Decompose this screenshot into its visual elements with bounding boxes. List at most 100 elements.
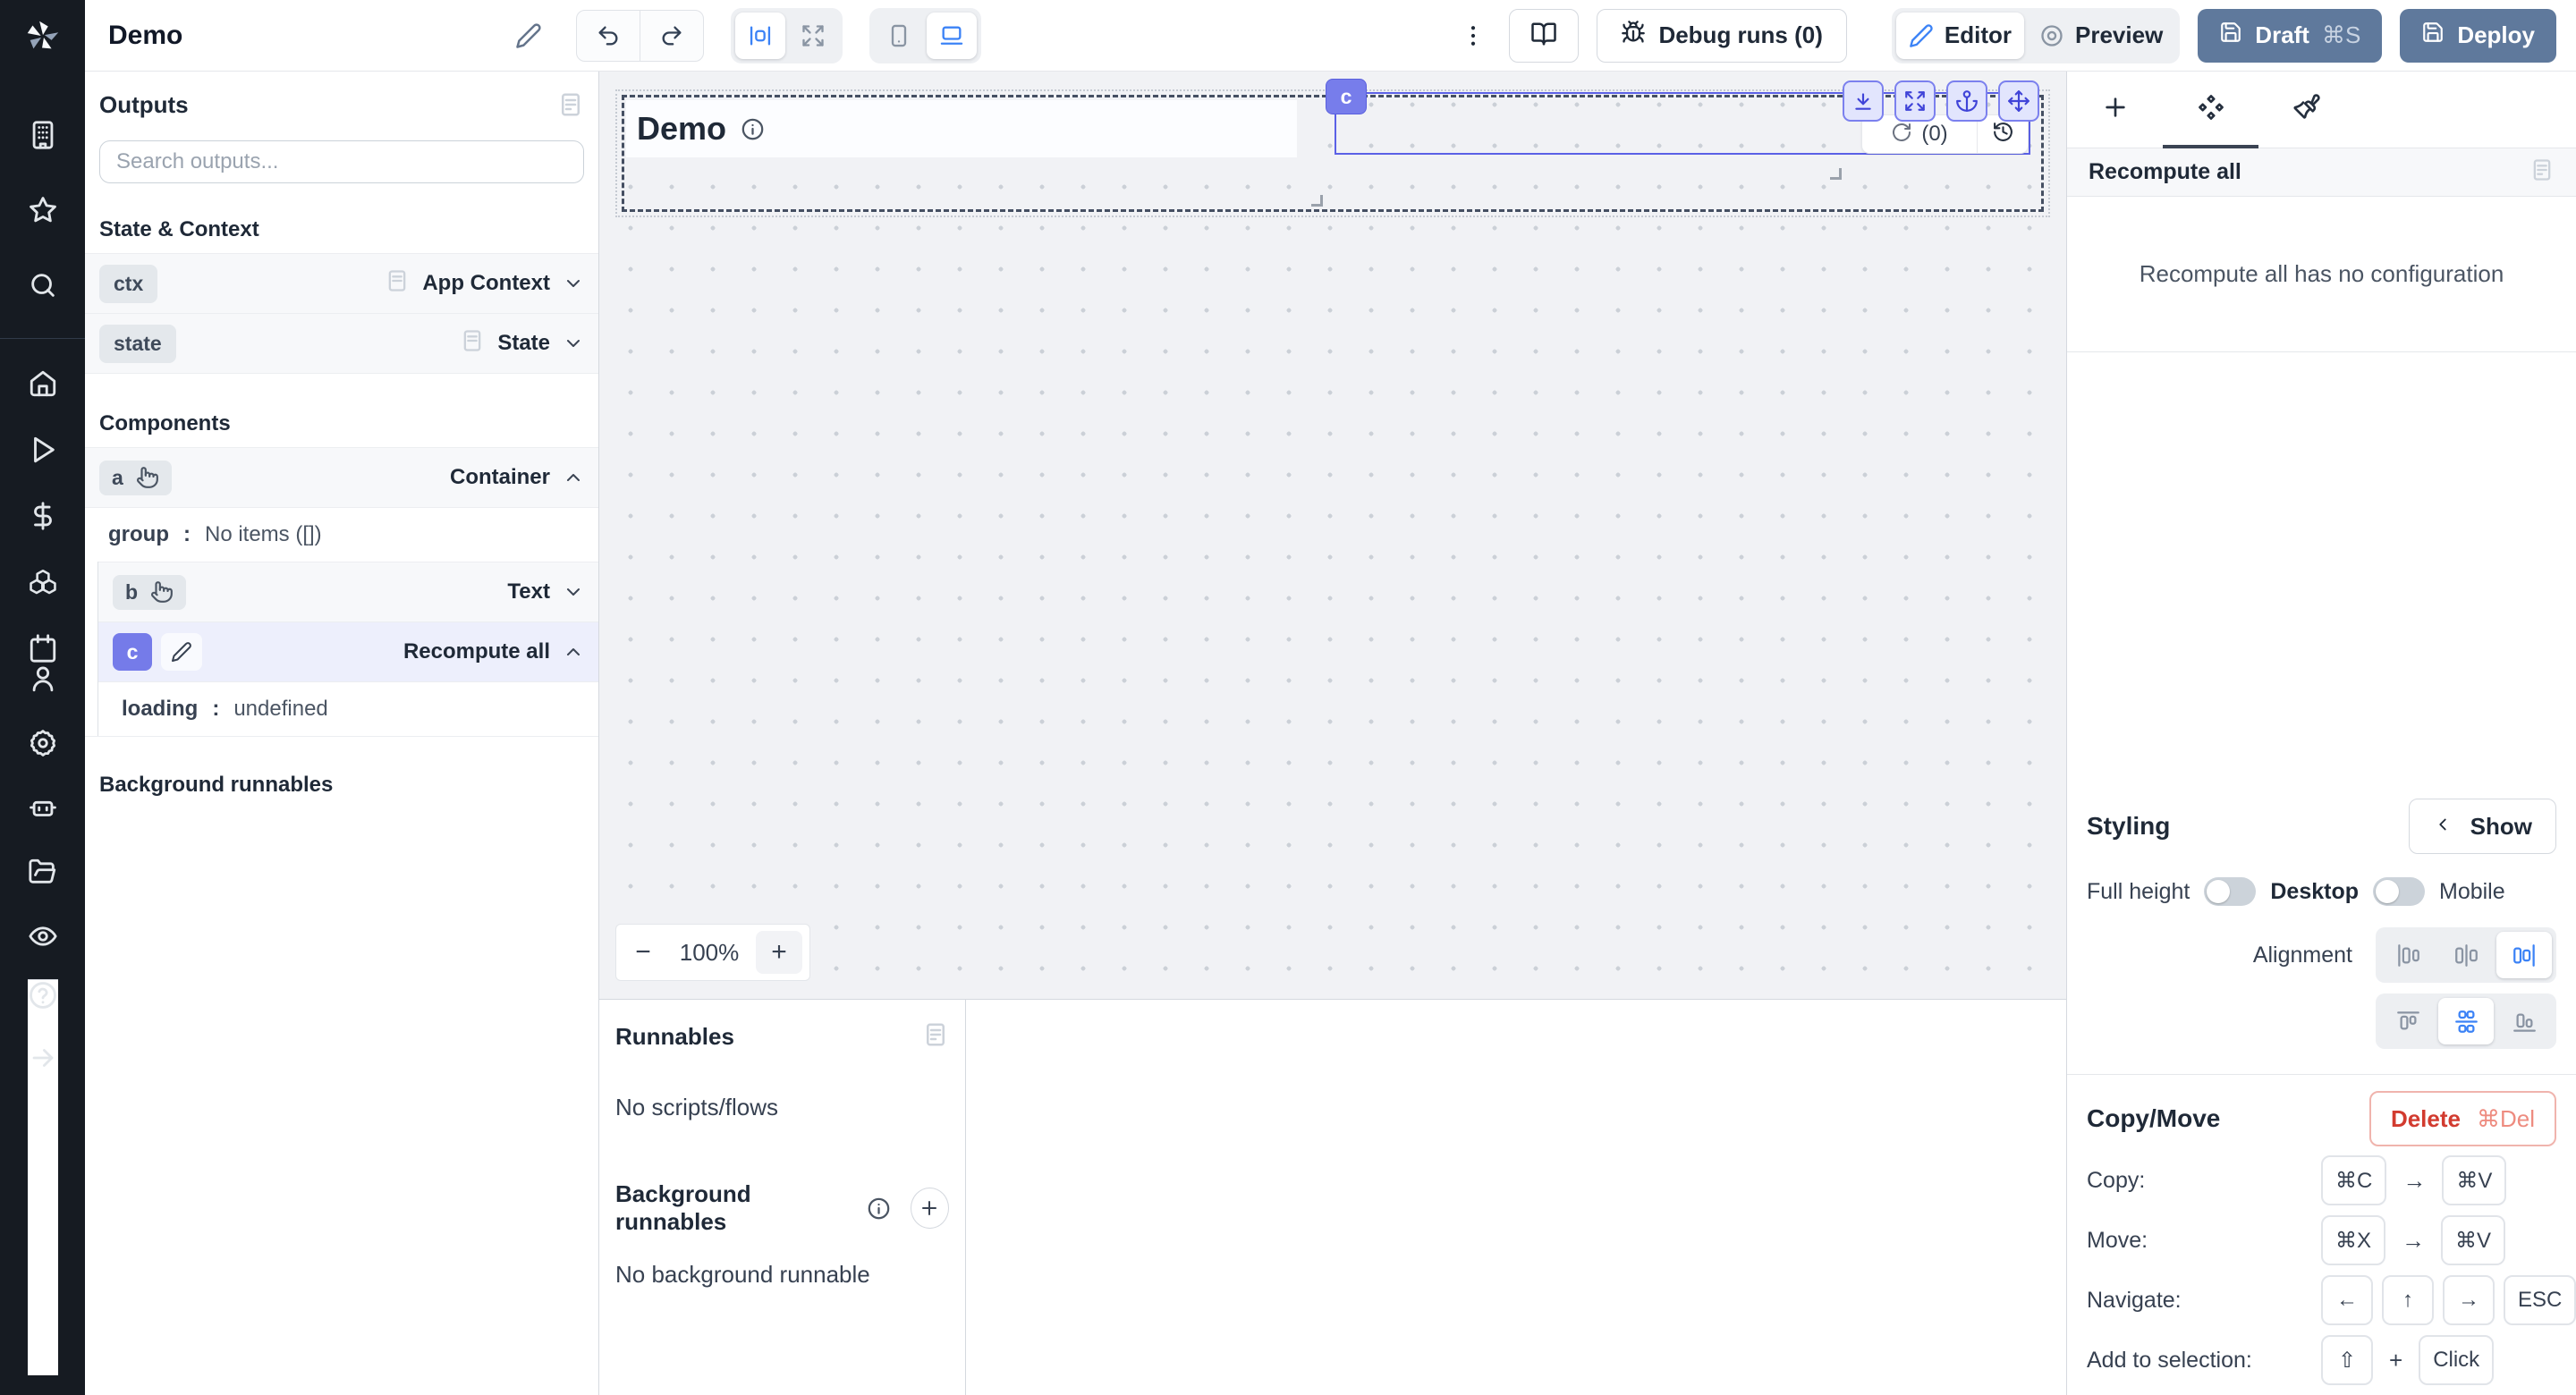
docs-book-button[interactable] [1509,9,1579,63]
chevron-down-icon[interactable] [563,581,584,603]
resize-handle[interactable] [1830,168,1842,180]
resize-handle[interactable] [1311,195,1323,207]
editor-label: Editor [1945,21,2012,49]
bottom-panel: Runnables No scripts/flows Background ru… [599,999,2066,1395]
editor-preview-toggle: Editor Preview [1892,8,2180,63]
full-height-toggle[interactable] [2204,877,2256,906]
ctx-badge[interactable]: ctx [99,265,157,303]
zoom-in-button[interactable]: + [756,931,802,974]
runnables-doc-icon[interactable] [922,1021,949,1053]
rename-app-pencil-icon[interactable] [515,22,542,49]
output-row-state[interactable]: state State [85,313,598,373]
chevron-up-icon[interactable] [563,467,584,488]
mobile-view-button[interactable] [874,13,924,59]
align-top-button[interactable] [2380,998,2436,1044]
editor-tab[interactable]: Editor [1896,13,2024,59]
resources-boxes-icon[interactable] [28,567,58,597]
component-row-b[interactable]: b Text [98,562,598,621]
background-runnables-title: Background runnables [85,737,598,808]
delete-component-button[interactable]: Delete ⌘Del [2369,1091,2556,1146]
search-icon[interactable] [28,270,58,300]
settings-doc-icon[interactable] [2529,157,2555,187]
output-row-ctx[interactable]: ctx App Context [85,253,598,313]
outputs-doc-icon[interactable] [557,91,584,124]
centered-canvas-button[interactable] [735,13,785,59]
component-row-c-selected[interactable]: c Recompute all [98,621,598,681]
background-runnables-empty-text: No background runnable [615,1261,949,1289]
selected-component-id-tab[interactable]: c [1326,79,1367,114]
info-icon[interactable] [741,117,765,141]
help-icon[interactable] [28,980,58,1010]
redo-button[interactable] [640,10,704,62]
audit-eye-icon[interactable] [28,921,58,951]
search-outputs-input[interactable] [99,140,584,183]
chevron-up-icon[interactable] [563,641,584,663]
no-configuration-text: Recompute all has no configuration [2067,197,2576,352]
deploy-button[interactable]: Deploy [2400,9,2556,63]
state-badge[interactable]: state [99,325,176,363]
user-icon[interactable] [28,664,58,694]
runs-play-icon[interactable] [28,435,58,465]
chevron-down-icon[interactable] [563,273,584,294]
align-center-button[interactable] [2438,932,2494,978]
favorites-star-icon[interactable] [28,195,58,225]
ctx-doc-icon [385,268,410,300]
loading-colon: : [212,697,219,722]
tab-component-settings[interactable] [2163,72,2258,148]
show-styling-button[interactable]: Show [2409,799,2556,854]
align-middle-button[interactable] [2438,998,2494,1044]
collapse-arrow-right-icon[interactable] [28,1043,58,1073]
preview-label: Preview [2075,21,2163,49]
zoom-level: 100% [663,939,756,967]
settings-gear-icon[interactable] [28,728,58,758]
text-b-component[interactable]: Demo [626,100,1297,157]
rename-component-pencil-icon[interactable] [161,633,202,671]
full-width-canvas-button[interactable] [788,13,838,59]
workers-robot-icon[interactable] [28,792,58,823]
copy-move-title: Copy/Move [2087,1104,2220,1133]
component-a-badge[interactable]: a [99,461,172,495]
undo-button[interactable] [576,10,640,62]
property-row-loading[interactable]: loading : undefined [98,681,598,736]
sidebar-nav-top [28,120,58,300]
component-row-a[interactable]: a Container [85,447,598,507]
loading-key: loading [122,697,198,722]
windmill-logo[interactable] [22,16,64,57]
add-background-runnable-button[interactable] [911,1188,949,1229]
home-icon[interactable] [28,368,58,399]
app-canvas[interactable]: Demo c [599,72,2066,999]
info-icon[interactable] [867,1196,891,1221]
schedules-calendar-icon[interactable] [28,633,58,664]
desktop-label: Desktop [2270,879,2359,905]
draft-shortcut: ⌘S [2322,21,2360,49]
component-b-badge[interactable]: b [113,575,186,610]
component-c-badge[interactable]: c [113,633,152,671]
draft-button[interactable]: Draft ⌘S [2198,9,2382,63]
tab-global-styling[interactable] [2258,72,2354,148]
expand-component-icon[interactable] [1894,80,1936,122]
move-component-icon[interactable] [1998,80,2039,122]
desktop-view-button[interactable] [927,13,977,59]
zoom-out-button[interactable]: − [623,931,663,974]
align-bottom-button[interactable] [2496,998,2552,1044]
anchor-component-icon[interactable] [1946,80,1987,122]
tab-insert-component[interactable] [2067,72,2163,148]
group-key: group [108,522,169,547]
settings-component-name: Recompute all [2089,159,2241,185]
property-row-group[interactable]: group : No items ([]) [85,507,598,562]
variables-dollar-icon[interactable] [28,501,58,531]
save-icon [2219,21,2242,50]
chevron-down-icon[interactable] [563,333,584,354]
preview-tab[interactable]: Preview [2027,13,2175,59]
folders-icon[interactable] [28,857,58,887]
canvas-width-toggle [731,8,843,63]
pointer-hand-icon [136,466,159,489]
align-right-button[interactable] [2496,932,2552,978]
desktop-mobile-toggle[interactable] [2373,877,2425,906]
debug-runs-button[interactable]: Debug runs (0) [1597,9,1846,63]
fill-height-arrow-down-icon[interactable] [1843,80,1884,122]
app-title: Demo [108,21,182,51]
align-left-button[interactable] [2380,932,2436,978]
workspace-building-icon[interactable] [28,120,58,150]
more-options-kebab-icon[interactable] [1455,23,1491,48]
